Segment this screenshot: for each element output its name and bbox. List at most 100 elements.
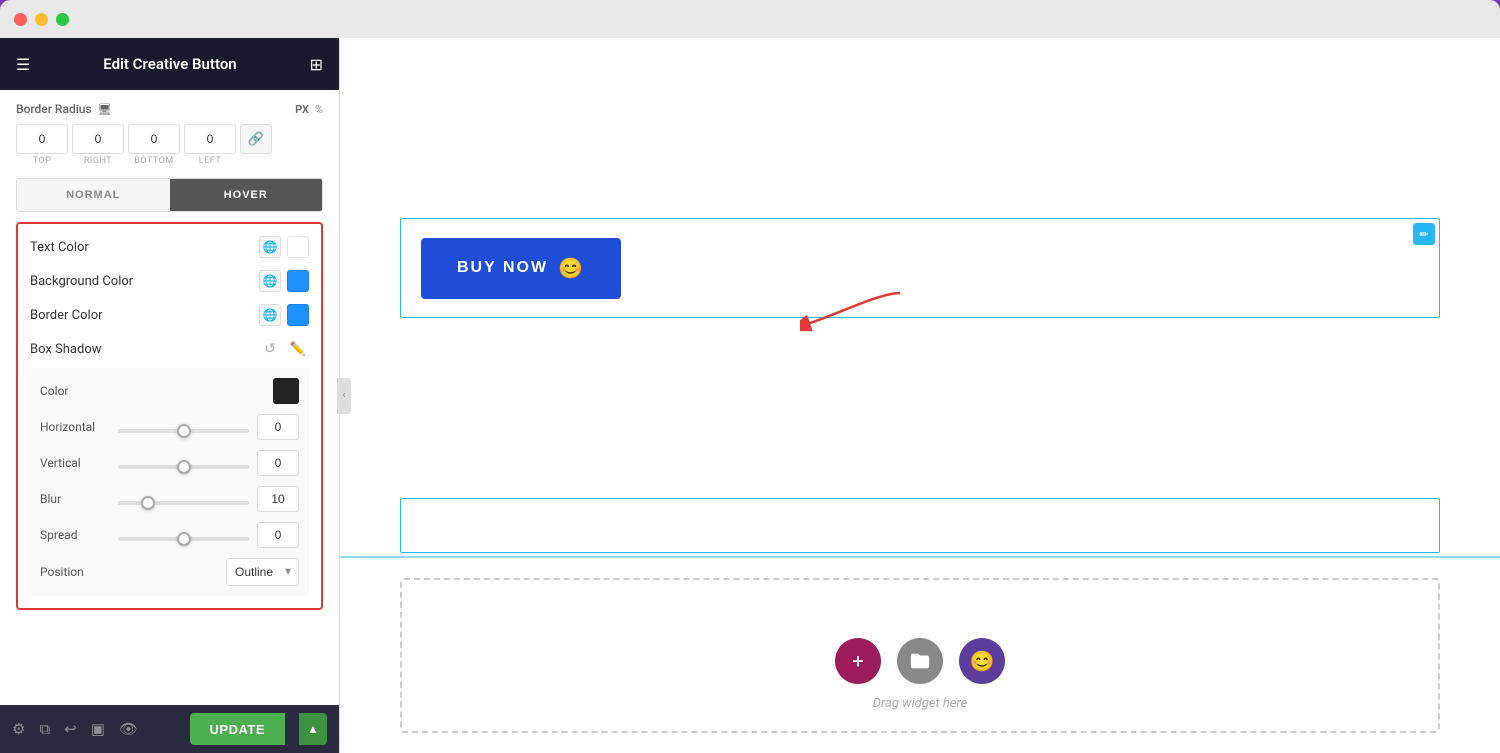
border-radius-top[interactable]: 0 bbox=[16, 124, 68, 154]
folder-icon[interactable] bbox=[897, 638, 943, 684]
bg-color-swatch[interactable] bbox=[287, 270, 309, 292]
layers-icon[interactable]: ⧉ bbox=[39, 720, 50, 738]
unit-percent[interactable]: % bbox=[315, 103, 323, 116]
shadow-blur-slider[interactable] bbox=[118, 501, 249, 505]
undo-icon[interactable]: ↩ bbox=[64, 720, 77, 738]
widget-row: ✏ BUY NOW 😊 bbox=[400, 218, 1440, 318]
shadow-horizontal-row: Horizontal 0 bbox=[40, 414, 299, 440]
state-toggle: NORMAL HOVER bbox=[16, 178, 323, 212]
second-widget-row bbox=[400, 498, 1440, 553]
add-widget-icon[interactable]: + bbox=[835, 638, 881, 684]
main-area: ☰ Edit Creative Button ⊞ Border Radius 🖥… bbox=[0, 38, 1500, 753]
settings-icon[interactable]: ⚙ bbox=[12, 720, 25, 738]
shadow-vertical-slider[interactable] bbox=[118, 465, 249, 469]
border-color-controls: 🌐 bbox=[259, 304, 309, 326]
shadow-spread-label: Spread bbox=[40, 528, 110, 542]
hover-styles-section: Text Color 🌐 Background Color 🌐 bbox=[16, 222, 323, 610]
buy-now-button[interactable]: BUY NOW 😊 bbox=[421, 238, 621, 299]
shadow-blur-slider-container bbox=[118, 490, 249, 509]
traffic-light-close[interactable] bbox=[14, 13, 27, 26]
shadow-color-row: Color bbox=[40, 378, 299, 404]
eye-icon[interactable]: 👁 bbox=[119, 720, 138, 738]
shadow-spread-slider-container bbox=[118, 526, 249, 545]
canvas-content: ✏ BUY NOW 😊 bbox=[340, 38, 1500, 753]
link-dimensions-button[interactable]: 🔗 bbox=[240, 124, 272, 154]
shadow-blur-input[interactable]: 10 bbox=[257, 486, 299, 512]
label-top: TOP bbox=[16, 156, 68, 166]
drop-zone-icons: + 😊 bbox=[835, 638, 1005, 684]
shadow-horizontal-input[interactable]: 0 bbox=[257, 414, 299, 440]
label-left: LEFT bbox=[184, 156, 236, 166]
unit-px[interactable]: PX bbox=[295, 103, 309, 116]
border-color-global-icon[interactable]: 🌐 bbox=[259, 304, 281, 326]
shadow-horizontal-slider[interactable] bbox=[118, 429, 249, 433]
shadow-vertical-input[interactable]: 0 bbox=[257, 450, 299, 476]
bg-color-global-icon[interactable]: 🌐 bbox=[259, 270, 281, 292]
bg-color-row: Background Color 🌐 bbox=[30, 270, 309, 292]
text-color-global-icon[interactable]: 🌐 bbox=[259, 236, 281, 258]
bg-color-controls: 🌐 bbox=[259, 270, 309, 292]
shadow-vertical-slider-container bbox=[118, 454, 249, 473]
window-chrome bbox=[0, 0, 1500, 38]
text-color-row: Text Color 🌐 bbox=[30, 236, 309, 258]
responsive-icon[interactable]: ▣ bbox=[91, 720, 105, 738]
border-radius-bottom[interactable]: 0 bbox=[128, 124, 180, 154]
grid-icon[interactable]: ⊞ bbox=[310, 55, 323, 74]
buy-now-text: BUY NOW bbox=[457, 259, 548, 277]
shadow-vertical-row: Vertical 0 bbox=[40, 450, 299, 476]
separator-line bbox=[340, 556, 1500, 558]
widget-emoji-icon[interactable]: 😊 bbox=[959, 638, 1005, 684]
border-radius-inputs: 0 0 0 0 🔗 bbox=[16, 124, 323, 154]
sidebar-title: Edit Creative Button bbox=[103, 55, 236, 73]
box-shadow-controls: ↺ ✏️ bbox=[259, 338, 309, 360]
sidebar: ☰ Edit Creative Button ⊞ Border Radius 🖥… bbox=[0, 38, 340, 753]
collapse-handle[interactable]: ‹ bbox=[337, 378, 351, 414]
unit-switcher: PX % bbox=[295, 103, 323, 116]
shadow-position-row: Position Outline Inset ▼ bbox=[40, 558, 299, 586]
label-right: RIGHT bbox=[72, 156, 124, 166]
border-radius-left[interactable]: 0 bbox=[184, 124, 236, 154]
text-color-label: Text Color bbox=[30, 240, 89, 255]
box-shadow-edit-icon[interactable]: ✏️ bbox=[287, 338, 309, 360]
sidebar-header: ☰ Edit Creative Button ⊞ bbox=[0, 38, 339, 90]
sidebar-toolbar: ⚙ ⧉ ↩ ▣ 👁 UPDATE ▲ bbox=[0, 705, 339, 753]
border-radius-right[interactable]: 0 bbox=[72, 124, 124, 154]
border-radius-label: Border Radius 🖥 bbox=[16, 102, 112, 116]
state-normal-button[interactable]: NORMAL bbox=[17, 179, 170, 211]
box-shadow-reset-icon[interactable]: ↺ bbox=[259, 338, 281, 360]
shadow-spread-slider[interactable] bbox=[118, 537, 249, 541]
edit-corner-button[interactable]: ✏ bbox=[1413, 223, 1435, 245]
shadow-spread-row: Spread 0 bbox=[40, 522, 299, 548]
bg-color-label: Background Color bbox=[30, 274, 133, 289]
shadow-color-swatch[interactable] bbox=[273, 378, 299, 404]
box-shadow-label: Box Shadow bbox=[30, 342, 102, 357]
shadow-position-label: Position bbox=[40, 565, 110, 579]
text-color-swatch[interactable] bbox=[287, 236, 309, 258]
update-arrow-button[interactable]: ▲ bbox=[299, 713, 327, 745]
shadow-color-label: Color bbox=[40, 384, 110, 398]
label-bottom: BOTTOM bbox=[128, 156, 180, 166]
border-color-row: Border Color 🌐 bbox=[30, 304, 309, 326]
position-select-wrapper: Outline Inset ▼ bbox=[226, 558, 299, 586]
shadow-blur-label: Blur bbox=[40, 492, 110, 506]
shadow-horizontal-slider-container bbox=[118, 418, 249, 437]
shadow-blur-row: Blur 10 bbox=[40, 486, 299, 512]
border-color-swatch[interactable] bbox=[287, 304, 309, 326]
monitor-icon: 🖥 bbox=[98, 103, 112, 116]
update-button[interactable]: UPDATE bbox=[190, 713, 285, 745]
traffic-light-minimize[interactable] bbox=[35, 13, 48, 26]
text-color-controls: 🌐 bbox=[259, 236, 309, 258]
hamburger-icon[interactable]: ☰ bbox=[16, 55, 30, 74]
border-radius-label-row: Border Radius 🖥 PX % bbox=[16, 102, 323, 116]
state-hover-button[interactable]: HOVER bbox=[170, 179, 323, 211]
box-shadow-row: Box Shadow ↺ ✏️ bbox=[30, 338, 309, 360]
border-color-label: Border Color bbox=[30, 308, 103, 323]
input-labels: TOP RIGHT BOTTOM LEFT bbox=[16, 156, 323, 166]
red-arrow bbox=[800, 283, 920, 347]
shadow-position-select[interactable]: Outline Inset bbox=[226, 558, 299, 586]
shadow-vertical-label: Vertical bbox=[40, 456, 110, 470]
shadow-horizontal-label: Horizontal bbox=[40, 420, 110, 434]
traffic-light-maximize[interactable] bbox=[56, 13, 69, 26]
shadow-spread-input[interactable]: 0 bbox=[257, 522, 299, 548]
drop-zone[interactable]: + 😊 Drag widget here bbox=[400, 578, 1440, 733]
